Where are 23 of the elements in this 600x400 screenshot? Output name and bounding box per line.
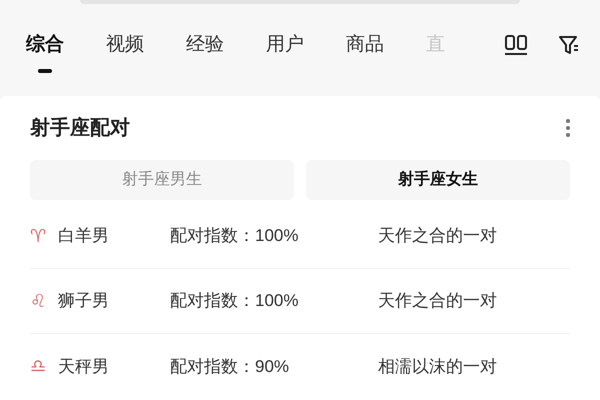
card-title: 射手座配对 <box>30 116 130 141</box>
tab[interactable]: 用户 <box>266 30 304 60</box>
match-index: 配对指数：90% <box>170 356 290 378</box>
sign-name: 天秤男 <box>58 356 110 378</box>
tab[interactable]: 视频 <box>106 30 144 60</box>
zodiac-sign: ♌ <box>30 290 48 314</box>
match-verdict: 天作之合的一对 <box>378 290 497 312</box>
segment-button[interactable]: 射手座女生 <box>306 160 570 200</box>
match-index: 配对指数：100% <box>170 225 300 248</box>
sign-name: 狮子男 <box>58 290 110 312</box>
column-layout-icon[interactable] <box>504 34 528 56</box>
filter-icon[interactable] <box>558 34 580 56</box>
tab-indicator <box>38 69 52 73</box>
match-index: 配对指数：100% <box>170 290 300 312</box>
tab[interactable]: 商品 <box>346 30 384 60</box>
match-verdict: 天作之合的一对 <box>378 225 497 248</box>
more-icon[interactable] <box>566 119 570 137</box>
sign-name: 白羊男 <box>58 225 110 248</box>
match-verdict: 相濡以沫的一对 <box>378 356 497 378</box>
zodiac-sign: ♎ <box>30 355 48 379</box>
tab[interactable]: 经验 <box>186 30 224 60</box>
zodiac-sign: ♈ <box>30 224 48 248</box>
tab[interactable]: 综合 <box>26 30 64 60</box>
